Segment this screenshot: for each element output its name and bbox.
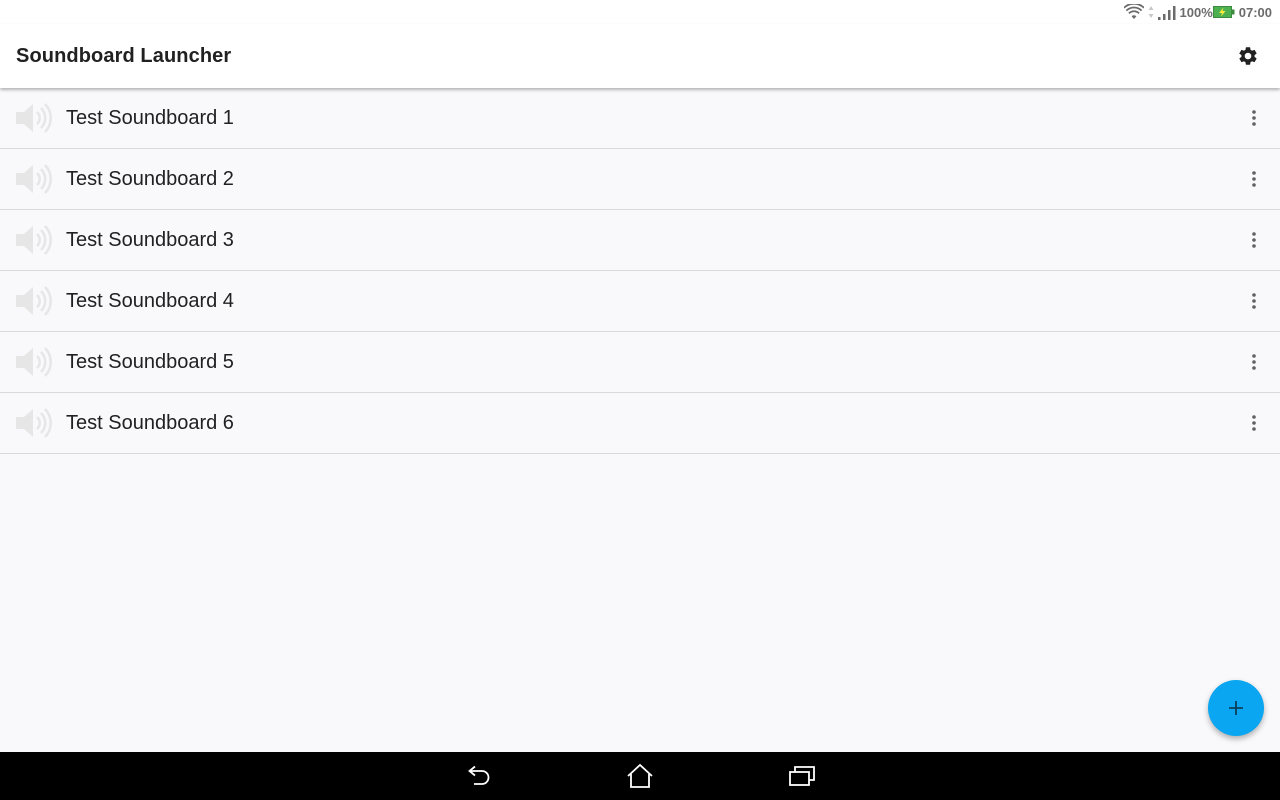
list-item[interactable]: Test Soundboard 2 — [0, 149, 1280, 210]
more-options-button[interactable] — [1242, 342, 1266, 382]
more-options-button[interactable] — [1242, 281, 1266, 321]
gear-icon — [1239, 47, 1257, 65]
speaker-icon — [14, 99, 52, 137]
more-vert-icon — [1252, 415, 1256, 431]
back-icon — [468, 765, 490, 785]
soundboard-name: Test Soundboard 4 — [66, 289, 234, 312]
list-item[interactable]: Test Soundboard 4 — [0, 271, 1280, 332]
home-icon — [627, 763, 653, 788]
soundboard-name: Test Soundboard 1 — [66, 106, 234, 129]
more-options-button[interactable] — [1242, 159, 1266, 199]
settings-button[interactable] — [1232, 40, 1264, 72]
status-bar: 100% 07:00 — [0, 0, 1280, 24]
more-options-button[interactable] — [1242, 220, 1266, 260]
recents-button[interactable] — [778, 760, 826, 792]
soundboard-name: Test Soundboard 5 — [66, 350, 234, 373]
soundboard-name: Test Soundboard 3 — [66, 228, 234, 251]
wifi-icon — [1123, 4, 1144, 19]
battery-indicator: 100% — [1180, 5, 1235, 20]
signal-icon — [1157, 6, 1175, 20]
list-item[interactable]: Test Soundboard 3 — [0, 210, 1280, 271]
more-vert-icon — [1252, 293, 1256, 309]
recents-icon — [789, 766, 815, 786]
speaker-icon — [14, 404, 52, 442]
speaker-icon — [14, 221, 52, 259]
battery-percent: 100% — [1179, 4, 1213, 20]
app-bar: Soundboard Launcher — [0, 24, 1280, 88]
list-item[interactable]: Test Soundboard 1 — [0, 88, 1280, 149]
soundboard-name: Test Soundboard 2 — [66, 167, 234, 190]
list-item[interactable]: Test Soundboard 6 — [0, 393, 1280, 454]
battery-charging-icon — [1212, 6, 1235, 18]
system-nav-bar — [0, 752, 1280, 800]
clock: 07:00 — [1238, 4, 1272, 20]
more-vert-icon — [1252, 110, 1256, 126]
home-button[interactable] — [616, 760, 664, 792]
app-title: Soundboard Launcher — [16, 44, 232, 67]
more-vert-icon — [1252, 232, 1256, 248]
soundboard-list: Test Soundboard 1 Test Soundboard 2 Test… — [0, 88, 1280, 454]
soundboard-name: Test Soundboard 6 — [66, 411, 234, 434]
more-vert-icon — [1252, 171, 1256, 187]
speaker-icon — [14, 343, 52, 381]
more-vert-icon — [1252, 354, 1256, 370]
list-item[interactable]: Test Soundboard 5 — [0, 332, 1280, 393]
more-options-button[interactable] — [1242, 403, 1266, 443]
add-soundboard-button[interactable] — [1208, 680, 1264, 736]
back-button[interactable] — [454, 760, 502, 792]
plus-icon — [1229, 701, 1243, 715]
speaker-icon — [14, 282, 52, 320]
data-arrows-icon — [1148, 6, 1153, 18]
speaker-icon — [14, 160, 52, 198]
more-options-button[interactable] — [1242, 98, 1266, 138]
